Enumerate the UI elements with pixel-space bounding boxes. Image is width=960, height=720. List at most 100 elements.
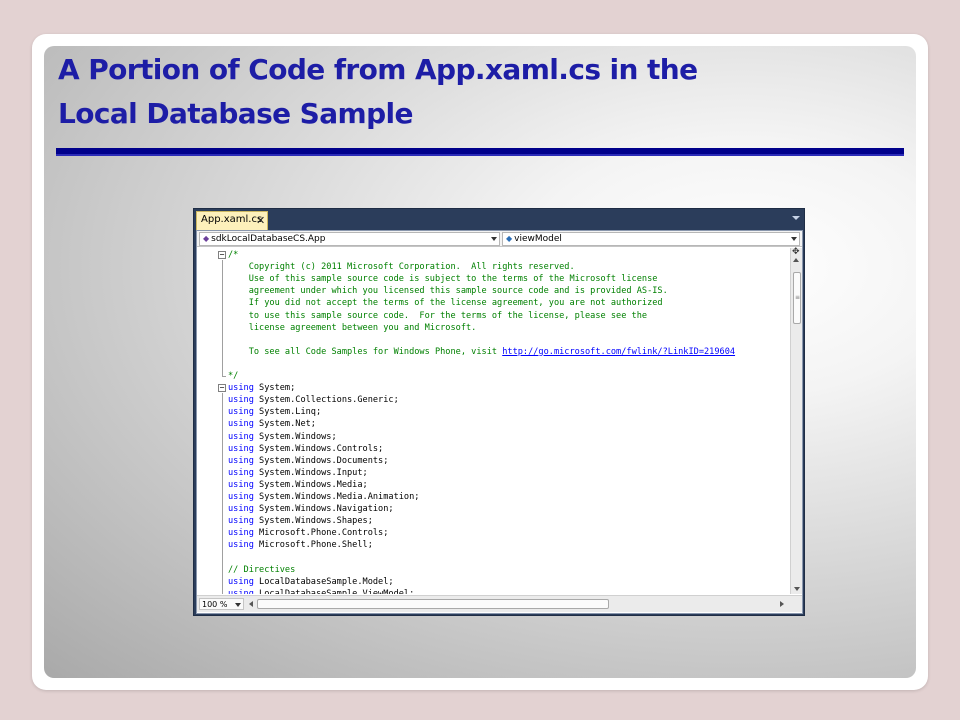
code-area[interactable]: /* − Copyright (c) 2011 Microsoft Corpora… bbox=[197, 248, 789, 594]
code-text: To see all Code Samples for Windows Phon… bbox=[228, 346, 735, 358]
comment-text: license agreement between you and Micros… bbox=[228, 322, 477, 333]
document-tab-bar: App.xaml.cs ✕ bbox=[194, 209, 806, 230]
namespace-name: System.Windows.Documents; bbox=[253, 455, 389, 466]
code-line-using: using System; − bbox=[197, 382, 787, 394]
scroll-up-icon[interactable] bbox=[793, 258, 799, 262]
namespace-name: System.Windows.Media.Animation; bbox=[253, 492, 420, 502]
code-text: using System.Windows.Shapes; bbox=[228, 515, 373, 527]
code-line-using: using System.Linq; bbox=[197, 406, 787, 418]
namespace-name: System.Windows.Input; bbox=[253, 467, 368, 478]
code-text: */ bbox=[228, 370, 238, 382]
namespace-name: System.Windows.Navigation; bbox=[253, 504, 394, 515]
code-text: using System.Windows.Controls; bbox=[228, 443, 383, 455]
comment-text: To see all Code Samples for Windows Phon… bbox=[228, 346, 503, 357]
code-sample-link[interactable]: http://go.microsoft.com/fwlink/?LinkID=2… bbox=[502, 347, 735, 357]
code-text: agreement under which you licensed this … bbox=[228, 285, 668, 297]
code-text: using System.Windows; bbox=[228, 431, 337, 443]
close-tab-icon[interactable]: ✕ bbox=[256, 213, 265, 229]
keyword-using: using bbox=[228, 419, 254, 430]
code-text: Copyright (c) 2011 Microsoft Corporation… bbox=[228, 261, 575, 273]
namespace-name: System.Net; bbox=[253, 419, 316, 430]
code-line-using: using System.Windows; bbox=[197, 431, 787, 443]
code-text: using Microsoft.Phone.Shell; bbox=[228, 539, 373, 551]
namespace-name: System.Collections.Generic; bbox=[253, 395, 399, 406]
member-dropdown[interactable]: ◆ viewModel bbox=[502, 232, 800, 246]
code-line-using: using System.Net; bbox=[197, 418, 787, 430]
tab-app-xaml-cs[interactable]: App.xaml.cs ✕ bbox=[196, 211, 268, 230]
keyword-using: using bbox=[228, 383, 254, 394]
class-icon: ◆ bbox=[203, 234, 210, 243]
member-dropdown-value: viewModel bbox=[514, 234, 562, 244]
comment-text: // Directives bbox=[228, 564, 296, 575]
scroll-down-icon[interactable] bbox=[794, 587, 800, 591]
namespace-name: System.Windows.Media; bbox=[253, 479, 368, 490]
slide-title: A Portion of Code from App.xaml.cs in th… bbox=[58, 48, 898, 136]
code-line-using: using System.Collections.Generic; bbox=[197, 394, 787, 406]
code-line-using: using System.Windows.Media.Animation; bbox=[197, 491, 787, 503]
class-dropdown[interactable]: ◆ sdkLocalDatabaseCS.App bbox=[199, 232, 500, 246]
outline-guide-end bbox=[222, 376, 226, 377]
code-editor-window: App.xaml.cs ✕ ◆ sdkLocalDatabaseCS.App ◆ v… bbox=[193, 208, 805, 616]
splitter-icon[interactable]: ✥ bbox=[792, 248, 800, 257]
comment-text: */ bbox=[228, 371, 239, 381]
chevron-down-icon bbox=[235, 603, 241, 607]
code-text: using LocalDatabaseSample.Model; bbox=[228, 576, 394, 588]
tab-label: App.xaml.cs bbox=[201, 214, 263, 225]
keyword-using: using bbox=[228, 576, 254, 587]
code-line-comment: /* − bbox=[197, 249, 787, 261]
code-text: using Microsoft.Phone.Controls; bbox=[228, 527, 388, 539]
code-line-using: using Microsoft.Phone.Shell; bbox=[197, 539, 787, 551]
zoom-value: 100 % bbox=[202, 600, 228, 609]
code-line-using: using LocalDatabaseSample.Model; bbox=[197, 576, 787, 588]
vertical-scrollbar[interactable]: ✥ ≡ bbox=[790, 248, 802, 594]
code-line-comment: Use of this sample source code is subjec… bbox=[197, 273, 787, 285]
code-line-using: using System.Windows.Shapes; bbox=[197, 515, 787, 527]
comment-text: to use this sample source code. For the … bbox=[228, 310, 648, 321]
scroll-right-icon[interactable] bbox=[780, 601, 784, 607]
code-line-comment bbox=[197, 334, 787, 346]
keyword-using: using bbox=[228, 407, 254, 418]
comment-text: If you did not accept the terms of the l… bbox=[228, 298, 663, 309]
code-text: using System.Windows.Documents; bbox=[228, 455, 388, 467]
comment-text: Copyright (c) 2011 Microsoft Corporation… bbox=[228, 262, 575, 273]
code-text: using System.Windows.Navigation; bbox=[228, 503, 394, 515]
code-text: // Directives bbox=[228, 564, 295, 576]
code-line-comment: If you did not accept the terms of the l… bbox=[197, 297, 787, 309]
code-line-comment: license agreement between you and Micros… bbox=[197, 322, 787, 334]
namespace-name: System; bbox=[253, 383, 296, 394]
code-text: using System.Collections.Generic; bbox=[228, 394, 399, 406]
code-text: Use of this sample source code is subjec… bbox=[228, 273, 658, 285]
code-text: using System.Windows.Media.Animation; bbox=[228, 491, 419, 503]
keyword-using: using bbox=[228, 455, 254, 466]
code-text: using System.Windows.Media; bbox=[228, 479, 368, 491]
keyword-using: using bbox=[228, 588, 254, 594]
chevron-down-icon bbox=[491, 237, 497, 241]
keyword-using: using bbox=[228, 467, 254, 478]
code-line-comment: */ bbox=[197, 370, 787, 382]
vertical-scroll-thumb[interactable]: ≡ bbox=[793, 272, 801, 324]
horizontal-scroll-thumb[interactable] bbox=[257, 599, 609, 609]
code-line-using: using System.Windows.Navigation; bbox=[197, 503, 787, 515]
code-text: using LocalDatabaseSample.ViewModel; bbox=[228, 588, 414, 594]
code-line-using: using System.Windows.Input; bbox=[197, 467, 787, 479]
zoom-dropdown[interactable]: 100 % bbox=[199, 598, 244, 610]
keyword-using: using bbox=[228, 431, 254, 442]
namespace-name: LocalDatabaseSample.Model; bbox=[253, 576, 394, 587]
code-text: using System; bbox=[228, 382, 295, 394]
editor-pane: ◆ sdkLocalDatabaseCS.App ◆ viewModel /* − C… bbox=[196, 230, 803, 614]
keyword-using: using bbox=[228, 395, 254, 406]
collapse-region-icon[interactable]: − bbox=[218, 384, 226, 393]
namespace-name: System.Windows; bbox=[253, 431, 337, 442]
collapse-region-icon[interactable]: − bbox=[218, 251, 226, 259]
scroll-left-icon[interactable] bbox=[249, 601, 253, 607]
horizontal-scrollbar[interactable]: 100 % bbox=[197, 595, 802, 612]
namespace-name: System.Windows.Shapes; bbox=[253, 516, 373, 527]
code-text: using System.Windows.Input; bbox=[228, 467, 368, 479]
code-line-comment: // Directives bbox=[197, 564, 787, 576]
code-line-using: using System.Windows.Controls; bbox=[197, 443, 787, 455]
field-icon: ◆ bbox=[506, 234, 513, 243]
tab-list-dropdown-icon[interactable] bbox=[792, 216, 800, 220]
grip-icon: ≡ bbox=[795, 294, 801, 301]
keyword-using: using bbox=[228, 443, 254, 454]
